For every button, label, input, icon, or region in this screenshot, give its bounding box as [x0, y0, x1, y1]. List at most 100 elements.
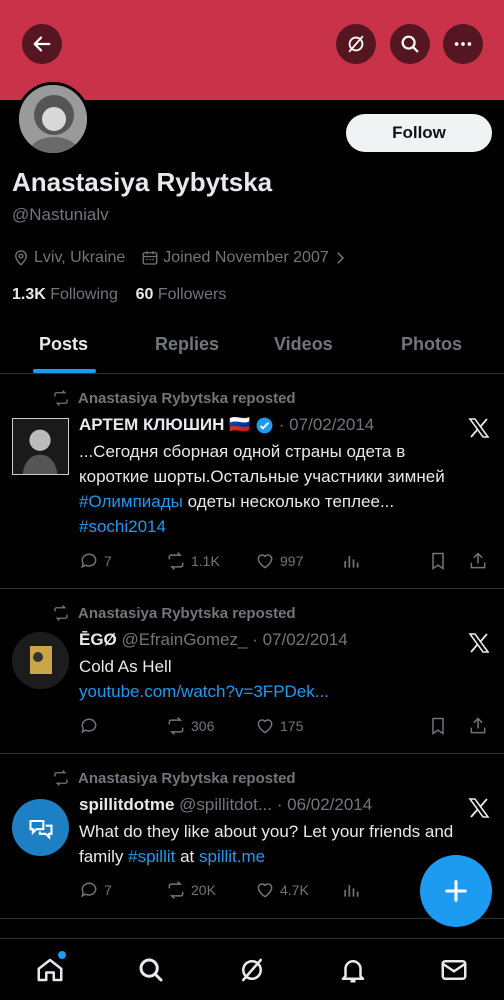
- post-text: ...Сегодня сборная одной страны одета в …: [79, 442, 445, 536]
- back-button[interactable]: [22, 24, 62, 64]
- post-date: · 06/02/2014: [276, 795, 373, 814]
- plus-icon: [445, 880, 467, 902]
- tab-indicator: [33, 369, 96, 373]
- reply-icon: [81, 718, 97, 734]
- repost-icon: [54, 770, 68, 786]
- chat-bubbles-icon: [28, 819, 53, 840]
- bookmark-icon: [432, 552, 444, 570]
- messages-icon[interactable]: [439, 955, 469, 985]
- followers-link[interactable]: 60 Followers: [136, 286, 227, 303]
- repost-icon: [168, 881, 184, 899]
- repost-icon: [54, 605, 68, 621]
- post-item[interactable]: Anastasiya Rybytska reposted ĒGØ @Efrain…: [0, 590, 504, 754]
- avatar[interactable]: [12, 799, 69, 856]
- avatar[interactable]: [12, 632, 69, 689]
- views-button[interactable]: [341, 551, 366, 571]
- search-icon[interactable]: [136, 955, 166, 985]
- repost-label: Anastasiya Rybytska reposted: [52, 604, 296, 622]
- x-logo-icon: [468, 798, 490, 818]
- reply-button[interactable]: 7: [79, 551, 112, 571]
- heart-icon: [257, 883, 273, 898]
- repost-label: Anastasiya Rybytska reposted: [52, 769, 296, 787]
- bar-chart-icon: [344, 885, 359, 897]
- post-item[interactable]: Anastasiya Rybytska reposted АРТЕМ КЛЮШИ…: [0, 375, 504, 589]
- grok-button[interactable]: [336, 24, 376, 64]
- repost-label: Anastasiya Rybytska reposted: [52, 389, 296, 407]
- like-button[interactable]: 4.7K: [255, 880, 309, 900]
- views-button[interactable]: [341, 880, 366, 900]
- post-header: ĒGØ @EfrainGomez_ · 07/02/2014: [79, 630, 348, 650]
- arrow-left-icon: [33, 36, 51, 52]
- reply-button[interactable]: [79, 716, 104, 736]
- following-link[interactable]: 1.3K Following: [12, 286, 118, 303]
- heart-icon: [257, 554, 273, 569]
- bottom-nav: [0, 938, 504, 1000]
- heart-icon: [257, 719, 273, 734]
- x-logo-icon: [468, 418, 490, 438]
- share-button[interactable]: [468, 551, 493, 571]
- profile-name: Anastasiya Rybytska: [12, 167, 273, 197]
- hashtag-link[interactable]: #spillit: [128, 847, 175, 866]
- reply-button[interactable]: 7: [79, 880, 112, 900]
- post-date: · 07/02/2014: [278, 415, 375, 434]
- tab-videos[interactable]: Videos: [274, 334, 333, 355]
- compose-button[interactable]: [420, 855, 492, 927]
- notifications-icon[interactable]: [338, 955, 368, 985]
- post-header: spillitdotme @spillitdot... · 06/02/2014: [79, 795, 372, 815]
- share-icon: [470, 552, 486, 569]
- hashtag-link[interactable]: #sochi2014: [79, 517, 166, 536]
- profile-joined[interactable]: Joined November 2007: [163, 249, 328, 267]
- more-button[interactable]: [443, 24, 483, 64]
- like-button[interactable]: 997: [255, 551, 303, 571]
- bar-chart-icon: [344, 556, 359, 568]
- share-icon: [470, 717, 486, 734]
- tab-replies[interactable]: Replies: [155, 334, 219, 355]
- profile-avatar[interactable]: [16, 82, 90, 156]
- follow-counts: 1.3K Following 60 Followers: [12, 286, 226, 304]
- profile-meta: Lviv, Ukraine Joined November 2007: [12, 249, 353, 267]
- tab-photos[interactable]: Photos: [401, 334, 462, 355]
- x-logo-icon: [468, 633, 490, 653]
- author-name[interactable]: АРТЕМ КЛЮШИН: [79, 415, 224, 435]
- hashtag-link[interactable]: #Олимпиады: [79, 492, 183, 511]
- post-link[interactable]: youtube.com/watch?v=3FPDek...: [79, 682, 329, 701]
- repost-button[interactable]: 1.1K: [166, 551, 220, 571]
- post-header: АРТЕМ КЛЮШИН 🇷🇺 · 07/02/2014: [79, 415, 374, 435]
- notification-dot: [58, 951, 66, 959]
- follow-button[interactable]: Follow: [346, 114, 492, 152]
- post-text: Cold As Hell youtube.com/watch?v=3FPDek..…: [79, 657, 329, 701]
- repost-icon: [54, 390, 68, 406]
- profile-location: Lviv, Ukraine: [34, 249, 126, 266]
- author-handle: @EfrainGomez_: [121, 630, 248, 649]
- home-icon[interactable]: [35, 955, 65, 985]
- search-button[interactable]: [390, 24, 430, 64]
- post-link[interactable]: spillit.me: [199, 847, 265, 866]
- profile-handle: @Nastunialv: [12, 205, 109, 224]
- chevron-right-icon: [336, 252, 344, 264]
- author-name[interactable]: ĒGØ: [79, 630, 117, 650]
- reply-icon: [81, 882, 97, 898]
- like-button[interactable]: 175: [255, 716, 303, 736]
- avatar[interactable]: [12, 418, 69, 475]
- verified-icon: [256, 417, 273, 433]
- repost-button[interactable]: 20K: [166, 880, 216, 900]
- bookmark-button[interactable]: [428, 716, 453, 736]
- location-icon: [15, 250, 27, 266]
- author-name[interactable]: spillitdotme: [79, 795, 174, 815]
- slash-circle-icon: [348, 35, 364, 53]
- profile-tabs: Posts Replies Videos Photos: [0, 324, 504, 374]
- post-text: What do they like about you? Let your fr…: [79, 822, 454, 866]
- search-icon: [401, 35, 419, 53]
- post-date: · 07/02/2014: [252, 630, 348, 649]
- share-button[interactable]: [468, 716, 493, 736]
- flag: 🇷🇺: [229, 415, 251, 434]
- more-horizontal-icon: [454, 42, 472, 46]
- grok-icon[interactable]: [237, 955, 267, 985]
- bookmark-icon: [432, 717, 444, 735]
- repost-icon: [168, 717, 184, 735]
- repost-icon: [168, 552, 184, 570]
- calendar-icon: [142, 251, 158, 265]
- tab-posts[interactable]: Posts: [39, 334, 88, 355]
- repost-button[interactable]: 306: [166, 716, 214, 736]
- bookmark-button[interactable]: [428, 551, 453, 571]
